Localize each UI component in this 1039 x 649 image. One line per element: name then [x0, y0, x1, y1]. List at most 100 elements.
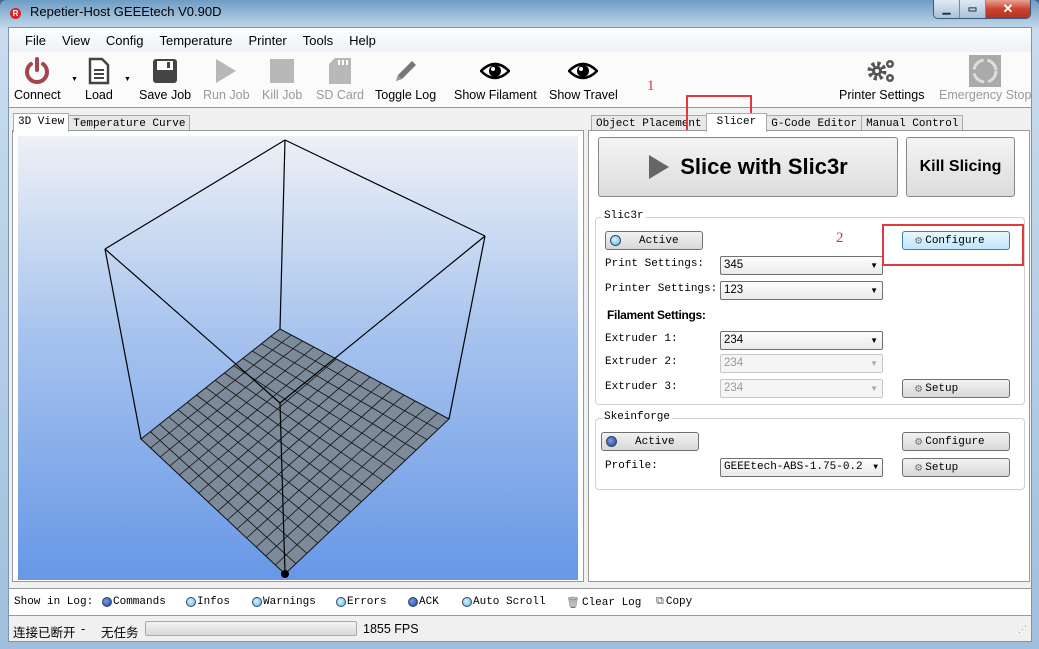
slic3r-setup-button[interactable]: ⚙ Setup [902, 379, 1010, 398]
title-bar[interactable]: R Repetier-Host GEEEtech V0.90D ▁ ▭ ✕ [0, 0, 1039, 26]
sd-card-button[interactable]: SD Card [316, 56, 364, 102]
build-volume-edge [284, 139, 486, 237]
chevron-down-icon: ▼ [873, 463, 878, 472]
connect-label: Connect [14, 88, 61, 102]
menu-config[interactable]: Config [98, 33, 152, 48]
gears-icon [866, 56, 898, 86]
slice-with-slic3r-button[interactable]: Slice with Slic3r [598, 137, 898, 197]
extruder-3-select[interactable]: 234 ▼ [720, 379, 883, 398]
copy-button[interactable]: ⧉ Copy [656, 596, 692, 608]
printer-settings-button[interactable]: Printer Settings [839, 56, 924, 102]
skeinforge-configure-button[interactable]: ⚙ Configure [902, 432, 1010, 451]
log-bar: Show in Log: Commands Infos Warnings Err… [9, 588, 1031, 616]
save-job-label: Save Job [139, 88, 192, 102]
save-job-button[interactable]: Save Job [139, 56, 191, 102]
toggle-log-button[interactable]: Toggle Log [375, 56, 436, 102]
menu-temperature[interactable]: Temperature [151, 33, 240, 48]
show-filament-button[interactable]: Show Filament [454, 56, 537, 102]
log-infos-label: Infos [197, 596, 231, 608]
menu-view[interactable]: View [54, 33, 98, 48]
kill-slicing-button[interactable]: Kill Slicing [906, 137, 1015, 197]
log-warnings-label: Warnings [263, 596, 316, 608]
emergency-stop-icon [969, 55, 1002, 87]
task-status: 无任务 [101, 626, 139, 640]
status-bar: 连接已断开 - 无任务 1855 FPS ⋰ [9, 618, 1031, 641]
kill-job-button[interactable]: Kill Job [262, 56, 302, 102]
floppy-disk-icon [152, 56, 178, 86]
connect-dropdown-arrow[interactable]: ▼ [71, 76, 78, 83]
log-errors-label: Errors [347, 596, 387, 608]
skeinforge-active-radio[interactable]: Active [601, 432, 699, 451]
log-ack-label: ACK [419, 596, 439, 608]
menu-printer[interactable]: Printer [240, 33, 294, 48]
minimize-button[interactable]: ▁ [934, 0, 960, 18]
trash-icon: 🗑 [566, 598, 580, 610]
menu-help[interactable]: Help [341, 33, 384, 48]
3d-scene [104, 139, 486, 578]
build-volume-edge [448, 235, 486, 420]
tab-3d-view[interactable]: 3D View [13, 113, 70, 132]
pencil-icon [392, 56, 420, 86]
print-settings-value: 345 [724, 259, 744, 271]
resize-grip-icon[interactable]: ⋰ [1018, 624, 1027, 635]
log-infos-toggle[interactable]: Infos [186, 596, 230, 608]
fps-counter: 1855 FPS [363, 622, 419, 636]
menu-tools[interactable]: Tools [295, 33, 341, 48]
slic3r-active-radio[interactable]: Active [605, 231, 703, 250]
skeinforge-configure-label: Configure [925, 435, 985, 448]
clear-log-button[interactable]: 🗑 Clear Log [566, 596, 641, 610]
print-settings-select[interactable]: 345 ▼ [720, 256, 883, 275]
3d-viewport[interactable] [18, 136, 578, 580]
toggle-indicator-icon [186, 597, 196, 607]
run-job-button[interactable]: Run Job [203, 56, 250, 102]
log-ack-toggle[interactable]: ACK [408, 596, 439, 608]
extruder-2-select[interactable]: 234 ▼ [720, 354, 883, 373]
load-button[interactable]: Load [85, 56, 113, 102]
slic3r-active-label: Active [639, 234, 679, 247]
maximize-button[interactable]: ▭ [960, 0, 986, 18]
skeinforge-setup-label: Setup [925, 461, 959, 474]
log-auto-scroll-toggle[interactable]: Auto Scroll [462, 596, 546, 608]
app-window: R Repetier-Host GEEEtech V0.90D ▁ ▭ ✕ Fi… [0, 0, 1039, 649]
close-button[interactable]: ✕ [986, 0, 1030, 18]
tab-slicer[interactable]: Slicer [705, 113, 768, 132]
printer-settings-select[interactable]: 123 ▼ [720, 281, 883, 300]
extruder-1-select[interactable]: 234 ▼ [720, 331, 883, 350]
show-travel-label: Show Travel [549, 88, 618, 102]
printer-settings-label: Printer Settings [839, 88, 925, 102]
slic3r-group-title: Slic3r [602, 210, 646, 222]
left-tabbar: 3D View Temperature Curve [13, 113, 191, 132]
printer-settings-value: 123 [724, 284, 744, 296]
radio-indicator-icon [606, 436, 617, 447]
toggle-indicator-icon [462, 597, 472, 607]
connect-button[interactable]: Connect [14, 56, 61, 102]
play-icon [649, 155, 670, 179]
menu-file[interactable]: File [17, 33, 54, 48]
profile-label: Profile: [605, 460, 658, 472]
log-commands-toggle[interactable]: Commands [102, 596, 166, 608]
clear-log-label: Clear Log [581, 597, 642, 609]
stop-square-icon [270, 56, 295, 86]
origin-marker [281, 570, 289, 578]
copy-icon: ⧉ [656, 596, 664, 608]
build-volume-edge [279, 235, 486, 404]
skeinforge-setup-button[interactable]: ⚙ Setup [902, 458, 1010, 477]
gears-icon: ⚙ [915, 461, 923, 475]
chevron-down-icon: ▼ [870, 336, 878, 345]
extruder-2-value: 234 [724, 357, 744, 369]
toolbar: Connect ▼ Load ▼ Save Job Run Job Kill J… [9, 52, 1031, 108]
kill-job-label: Kill Job [262, 88, 303, 102]
show-filament-label: Show Filament [454, 88, 537, 102]
skeinforge-group-title: Skeinforge [602, 411, 673, 423]
app-logo-icon: R [10, 8, 21, 19]
emergency-stop-button[interactable]: Emergency Stop [939, 55, 1031, 102]
profile-select[interactable]: GEEEtech-ABS-1.75-0.2 ▼ [720, 458, 883, 477]
profile-value: GEEEtech-ABS-1.75-0.2 [724, 461, 863, 473]
load-dropdown-arrow[interactable]: ▼ [124, 76, 131, 83]
log-errors-toggle[interactable]: Errors [336, 596, 387, 608]
build-volume-edge [104, 248, 142, 440]
show-travel-button[interactable]: Show Travel [549, 56, 618, 102]
right-tabbar: Object Placement Slicer G-Code Editor Ma… [591, 113, 964, 132]
log-warnings-toggle[interactable]: Warnings [252, 596, 316, 608]
slicer-pane: Slice with Slic3r Kill Slicing Slic3r Ac… [588, 130, 1030, 582]
